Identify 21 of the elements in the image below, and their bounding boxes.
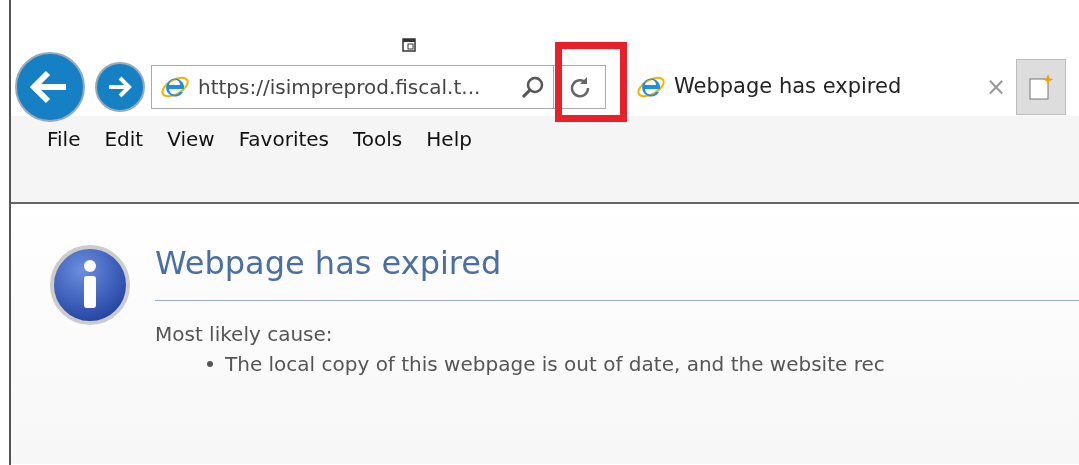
menu-item[interactable]: Favorites: [230, 120, 337, 158]
cause-text: The local copy of this webpage is out of date, and the website rec: [225, 351, 885, 379]
address-bar[interactable]: https://isimpreprod.fiscal.t...: [151, 65, 554, 109]
menu-item[interactable]: File: [39, 120, 89, 158]
right-arrow-icon: [107, 75, 133, 99]
menu-item[interactable]: Help: [418, 120, 480, 158]
window-icon: [402, 38, 416, 52]
info-icon: [49, 244, 131, 326]
new-tab-button[interactable]: [1016, 59, 1066, 115]
menu-item[interactable]: View: [159, 120, 223, 158]
cause-label: Most likely cause:: [155, 321, 334, 349]
tab-title: Webpage has expired: [674, 73, 903, 101]
menu-item[interactable]: Edit: [96, 120, 152, 158]
url-text: https://isimpreprod.fiscal.t...: [198, 74, 482, 101]
bullet-icon: [207, 361, 213, 368]
new-page-icon: [1028, 73, 1054, 101]
forward-button[interactable]: [95, 62, 145, 112]
page-heading: Webpage has expired: [155, 244, 1079, 302]
menu-item[interactable]: Tools: [345, 120, 411, 158]
refresh-icon: [568, 76, 591, 98]
search-icon[interactable]: [521, 75, 545, 99]
